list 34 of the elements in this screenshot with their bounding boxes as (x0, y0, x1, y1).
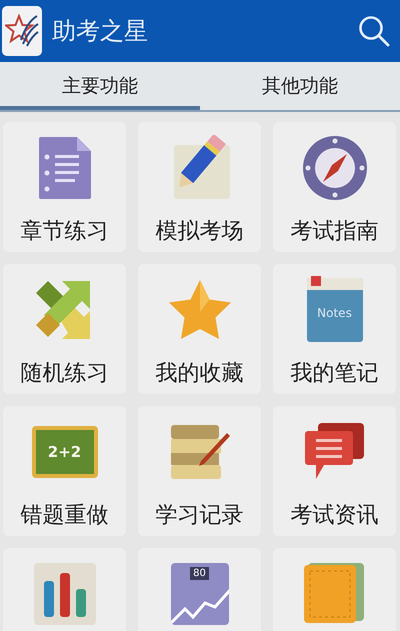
tile-label: 模拟考场 (156, 218, 244, 246)
tile-label: 我的笔记 (290, 360, 378, 388)
search-icon[interactable] (356, 13, 392, 49)
feature-tile[interactable]: 模拟考场 (138, 122, 261, 252)
tile-label: 章节练习 (20, 218, 108, 246)
star-icon (168, 279, 232, 341)
feature-tile[interactable]: Notes 我的笔记 (273, 264, 396, 394)
tile-label: 考试指南 (290, 218, 378, 246)
feature-tile[interactable]: 考试指南 (273, 122, 396, 252)
tab[interactable]: 其他功能 (200, 62, 400, 110)
notebook-icon: Notes (306, 278, 362, 342)
tab[interactable]: 主要功能 (0, 62, 200, 110)
wallet-icon (304, 563, 366, 625)
scroll-with-pencil-icon (168, 423, 230, 481)
bar-chart-icon (34, 563, 96, 625)
chalkboard-icon: 2+2 (32, 426, 98, 478)
feature-tile[interactable]: 2+2 错题重做 (3, 406, 126, 536)
app-title: 助考之星 (52, 16, 149, 47)
feature-tile[interactable]: 我的收藏 (138, 264, 261, 394)
feature-tile[interactable]: 章节练习 (3, 122, 126, 252)
tile-label: 错题重做 (20, 502, 108, 530)
line-graph-icon: 80 (170, 563, 228, 625)
compass-icon (302, 135, 368, 201)
tile-label: 学习记录 (156, 502, 244, 530)
feature-tile[interactable]: 考试资讯 (273, 406, 396, 536)
feature-tile[interactable]: 80 (138, 548, 261, 631)
document-icon (36, 135, 92, 201)
feature-tile[interactable]: 学习记录 (138, 406, 261, 536)
feature-tile[interactable]: 随机练习 (3, 264, 126, 394)
app-logo (2, 6, 42, 56)
tile-label: 考试资讯 (290, 502, 378, 530)
chat-bubbles-icon (304, 423, 366, 481)
tile-label: 随机练习 (20, 360, 108, 388)
tile-label: 我的收藏 (156, 360, 244, 388)
